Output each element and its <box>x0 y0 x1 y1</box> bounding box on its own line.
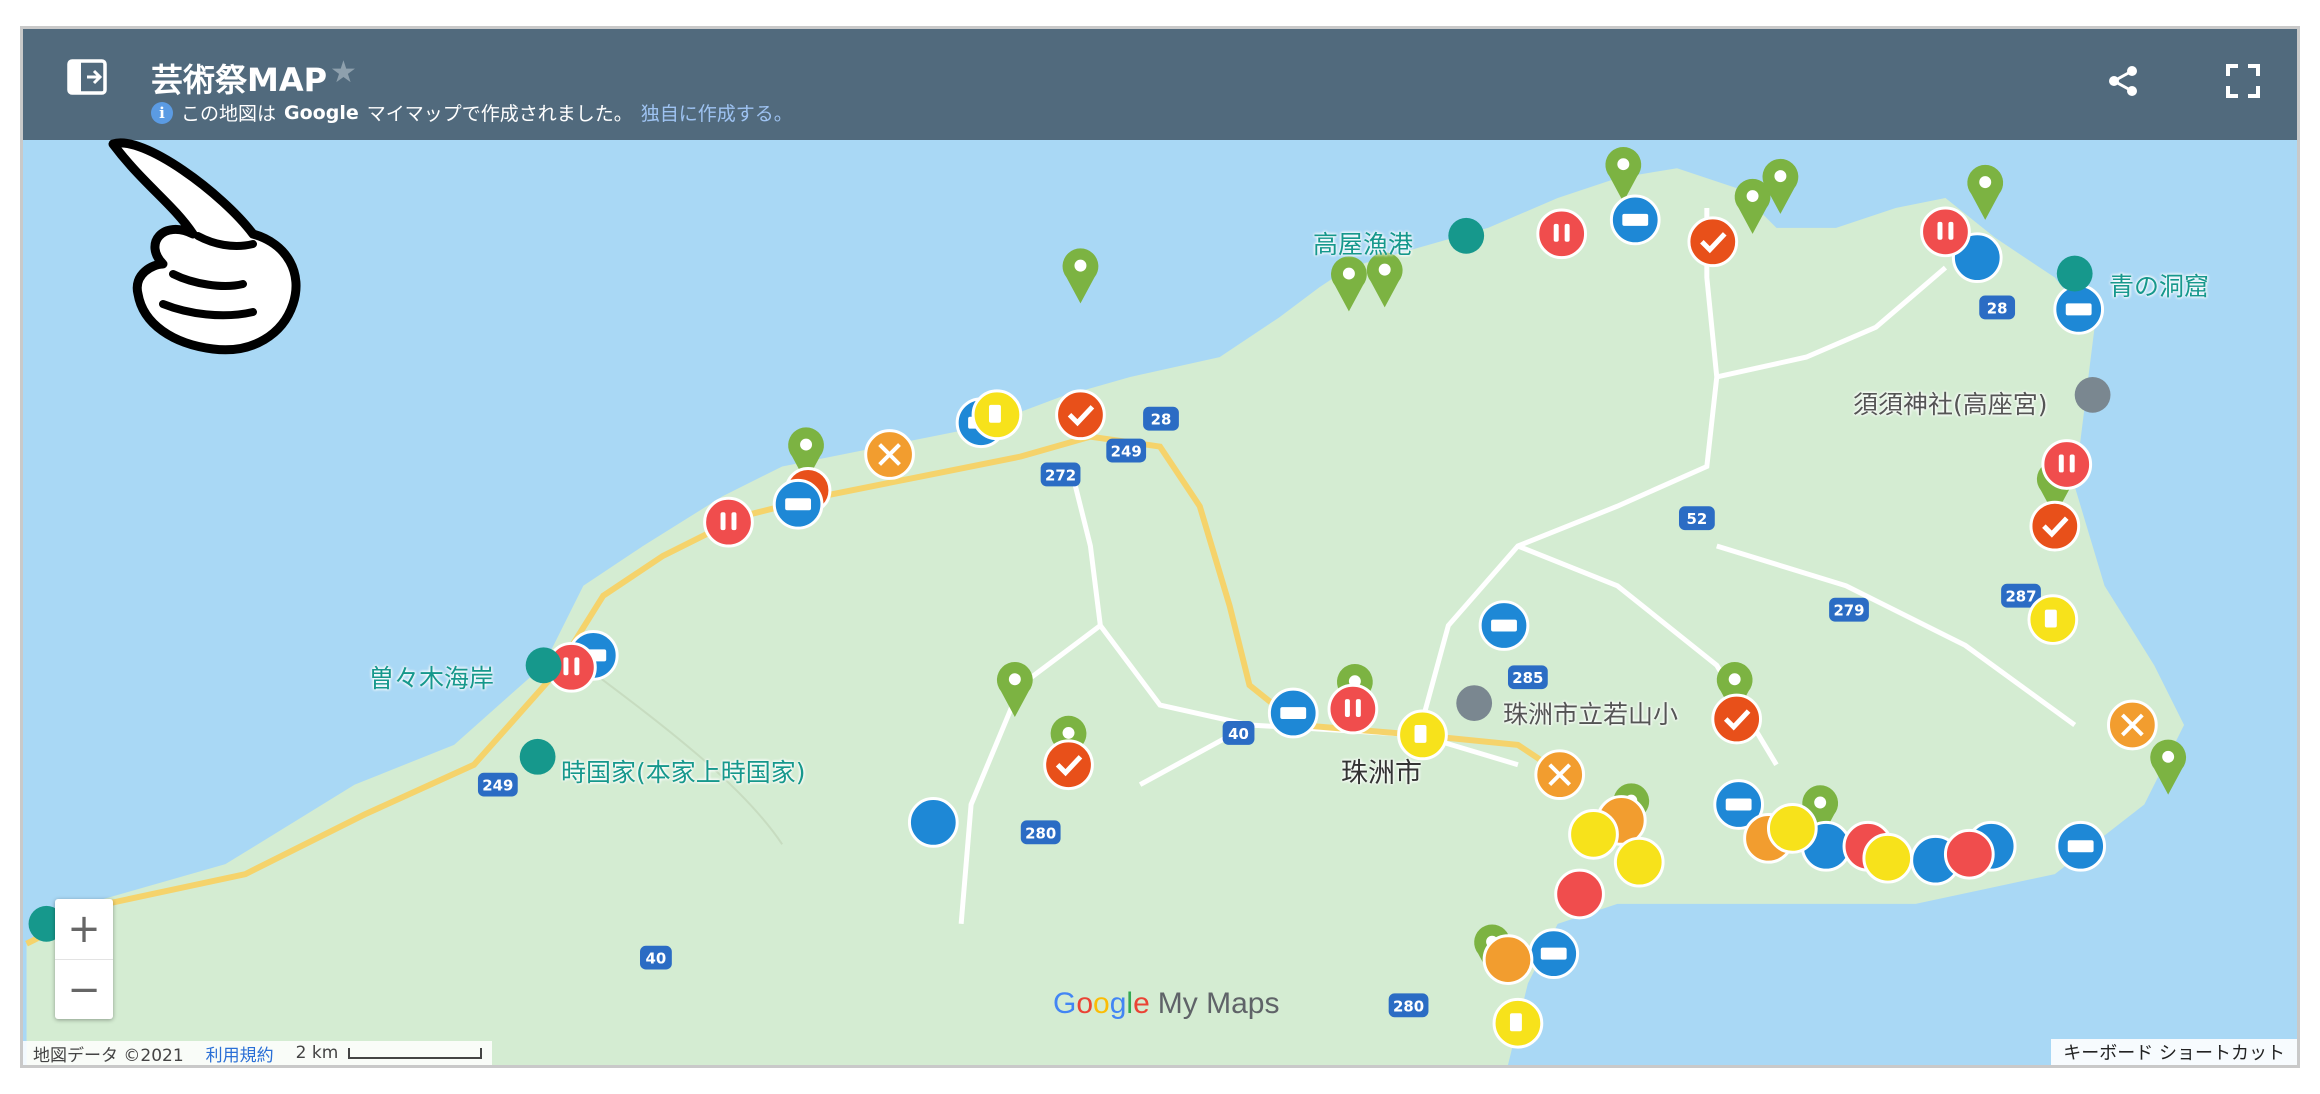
check-marker[interactable] <box>1711 693 1763 745</box>
fuel-marker[interactable] <box>1568 808 1619 860</box>
restaurant-marker[interactable] <box>1482 934 1534 985</box>
check-marker[interactable] <box>1043 739 1094 791</box>
map-attribution: 地図データ ©2021 <box>33 1045 184 1066</box>
svg-text:40: 40 <box>1228 725 1249 743</box>
zoom-in-button[interactable]: + <box>55 899 113 960</box>
restroom-marker[interactable] <box>1943 828 1995 880</box>
svg-text:249: 249 <box>1111 443 1142 461</box>
check-marker[interactable] <box>2029 500 2081 552</box>
fuel-marker[interactable] <box>1613 836 1665 888</box>
info-icon: i <box>151 101 173 124</box>
svg-text:280: 280 <box>1393 997 1424 1015</box>
svg-text:285: 285 <box>1512 669 1543 687</box>
restroom-marker[interactable] <box>2041 439 2093 490</box>
zoom-controls: + − <box>55 899 113 1019</box>
svg-text:28: 28 <box>1987 299 2008 317</box>
map-frame: 28 249 272 52 279 287 285 40 280 40 280 … <box>20 26 2300 1068</box>
map-canvas[interactable]: 28 249 272 52 279 287 285 40 280 40 280 … <box>23 29 2297 1065</box>
lodging-marker[interactable] <box>907 797 959 848</box>
svg-text:40: 40 <box>646 950 667 968</box>
svg-text:279: 279 <box>1833 602 1864 620</box>
scale-bar <box>348 1047 483 1059</box>
terms-link[interactable]: 利用規約 <box>206 1041 274 1066</box>
google-my-maps-logo: Google My Maps <box>1053 987 1280 1020</box>
place-label-sosogi: 曽々木海岸 <box>369 664 495 693</box>
pointing-hand-icon <box>108 138 301 355</box>
restroom-marker[interactable] <box>1554 868 1605 920</box>
place-label-takaya: 高屋漁港 <box>1313 230 1414 259</box>
share-icon[interactable] <box>2103 61 2143 101</box>
place-label-wakayama-school: 珠洲市立若山小 <box>1503 700 1679 729</box>
info-suffix: マイマップで作成されました。 <box>366 103 633 125</box>
fullscreen-icon[interactable] <box>2223 61 2263 101</box>
place-label-suzu-shrine: 須須神社(高座宮) <box>1853 390 2048 419</box>
sidebar-toggle-icon[interactable] <box>63 53 111 101</box>
svg-text:28: 28 <box>1151 411 1172 429</box>
check-marker[interactable] <box>1687 216 1739 268</box>
fuel-marker[interactable] <box>1862 832 1914 884</box>
check-marker[interactable] <box>1055 389 1106 441</box>
svg-text:280: 280 <box>1025 824 1056 842</box>
info-prefix: この地図は <box>181 103 277 125</box>
svg-text:52: 52 <box>1687 510 1708 528</box>
create-own-link[interactable]: 独自に作成する。 <box>641 99 793 126</box>
scale-label: 2 km <box>295 1043 339 1063</box>
restroom-marker[interactable] <box>1920 206 1971 258</box>
svg-text:272: 272 <box>1045 466 1076 484</box>
star-icon[interactable]: ★ <box>330 55 357 90</box>
place-label-suzu-city: 珠洲市 <box>1341 758 1422 789</box>
map-title: 芸術祭MAP <box>151 61 328 99</box>
info-brand: Google <box>284 101 359 124</box>
restroom-marker[interactable] <box>703 496 754 548</box>
map-footer: 地図データ ©2021 利用規約 2 km <box>23 1041 493 1066</box>
restroom-marker[interactable] <box>1536 208 1588 260</box>
place-label-blue-cave: 青の洞窟 <box>2109 272 2210 301</box>
keyboard-shortcuts-link[interactable]: キーボード ショートカット <box>2051 1039 2297 1065</box>
svg-text:249: 249 <box>482 777 513 795</box>
zoom-out-button[interactable]: − <box>55 960 113 1020</box>
restroom-marker[interactable] <box>1327 683 1379 735</box>
info-line: i この地図は Google マイマップで作成されました。 独自に作成する。 <box>151 99 793 126</box>
place-label-tokikuni: 時国家(本家上時国家) <box>561 758 806 787</box>
map-header: 芸術祭MAP ★ i この地図は Google マイマップで作成されました。 独… <box>23 29 2297 140</box>
svg-text:287: 287 <box>2005 588 2036 606</box>
fuel-marker[interactable] <box>1766 803 1818 854</box>
